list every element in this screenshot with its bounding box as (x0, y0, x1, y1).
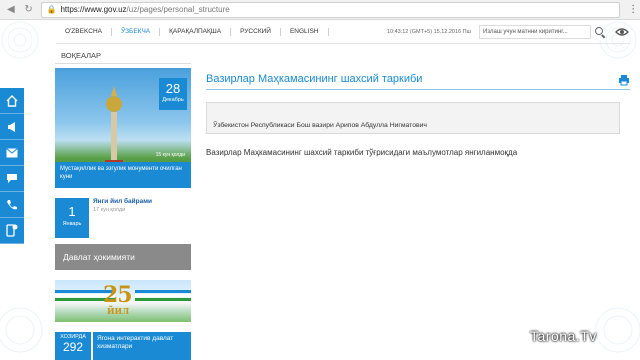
main-content: Вазирлар Маҳкамасининг шахсий таркиби Ўз… (206, 68, 630, 157)
browser-menu-icon[interactable]: ⋮ (626, 4, 640, 15)
news2-month: Январь (62, 221, 82, 227)
news1-day: 28 (165, 81, 181, 96)
search-icon[interactable] (594, 26, 606, 38)
mail-icon[interactable] (0, 140, 24, 166)
search-input[interactable]: Излаш учун матнни киритинг... (479, 24, 591, 39)
lang-uz-latin[interactable]: O'ZBEKCHA (56, 27, 112, 36)
chat-icon[interactable] (0, 166, 24, 192)
eye-icon[interactable] (614, 24, 630, 40)
news-item-2[interactable]: 1 Январь Янги йил байрами 17 кун қолди (55, 198, 191, 238)
url-input[interactable]: 🔒 https://www.gov.uz /uz/pages/personal_… (41, 1, 621, 18)
url-host: https://www.gov.uz (60, 5, 127, 14)
lang-english[interactable]: ENGLISH (281, 27, 329, 36)
government-authority-link[interactable]: Давлат ҳокимияти (55, 244, 191, 270)
lang-uz-cyrillic[interactable]: ЎЗБЕКЧА (112, 27, 161, 36)
banner-number: 25 (103, 282, 133, 308)
services-text[interactable]: Ягона интерактив давлат хизматлари (93, 332, 191, 360)
banner-word: ЙИЛ (107, 306, 130, 316)
left-column: ВОҚЕАЛАР 28 Декабрь 15 кун қолди Мустақи… (55, 48, 191, 360)
megaphone-icon[interactable] (0, 114, 24, 140)
news1-date: 28 Декабрь (159, 78, 187, 110)
browser-address-bar: ◀ ↻ 🔒 https://www.gov.uz /uz/pages/perso… (0, 0, 640, 20)
news1-caption[interactable]: Мустақиллик ва эзгулик монументи очилган… (55, 162, 191, 188)
news1-month: Декабрь (162, 97, 184, 103)
news2-day: 1 (68, 204, 76, 219)
news1-ago: 15 кун қолди (155, 152, 185, 158)
monument-image (105, 86, 123, 174)
featured-news[interactable]: 28 Декабрь 15 кун қолди Мустақиллик ва э… (55, 68, 191, 188)
services-label: ХОЗИРДА (60, 334, 86, 340)
services-counter: ХОЗИРДА 292 (55, 332, 91, 360)
reload-icon[interactable]: ↻ (22, 3, 36, 17)
news2-title[interactable]: Янги йил байрами (93, 198, 152, 205)
update-notice: Вазирлар Маҳкамасининг шахсий таркиби тў… (206, 148, 518, 157)
services-number: 292 (62, 340, 84, 354)
url-path: /uz/pages/personal_structure (126, 5, 230, 14)
lock-icon: 🔒 (46, 5, 57, 14)
language-bar: O'ZBEKCHA ЎЗБЕКЧА ҚАРАҚАЛПАҚША РУССКИЙ E… (56, 20, 630, 44)
phone-icon[interactable] (0, 192, 24, 218)
back-icon[interactable]: ◀ (4, 3, 18, 17)
title-row: Вазирлар Маҳкамасининг шахсий таркиби (206, 68, 630, 90)
watermark: Tarona.Tv (530, 328, 597, 344)
anniversary-banner[interactable]: 25 ЙИЛ (55, 280, 191, 322)
interactive-services[interactable]: ХОЗИРДА 292 Ягона интерактив давлат хизм… (55, 332, 191, 360)
lang-russian[interactable]: РУССКИЙ (231, 27, 281, 36)
home-icon[interactable] (0, 88, 24, 114)
datetime: 10:43:12 (GMT+5) 15.12.2016 Пш (386, 28, 471, 35)
lang-karakalpak[interactable]: ҚАРАҚАЛПАҚША (160, 27, 232, 36)
mobile-app-icon[interactable] (0, 218, 24, 244)
news2-ago: 17 кун қолди (93, 207, 126, 213)
quick-sidebar (0, 88, 24, 244)
print-icon[interactable] (618, 73, 630, 85)
page: O'ZBEKCHA ЎЗБЕКЧА ҚАРАҚАЛПАҚША РУССКИЙ E… (0, 20, 640, 360)
page-title: Вазирлар Маҳкамасининг шахсий таркиби (206, 72, 423, 85)
events-heading: ВОҚЕАЛАР (55, 48, 191, 64)
prime-minister-box[interactable]: Ўзбекистон Республикаси Бош вазири Арипо… (206, 102, 620, 134)
news2-date: 1 Январь (55, 198, 89, 238)
